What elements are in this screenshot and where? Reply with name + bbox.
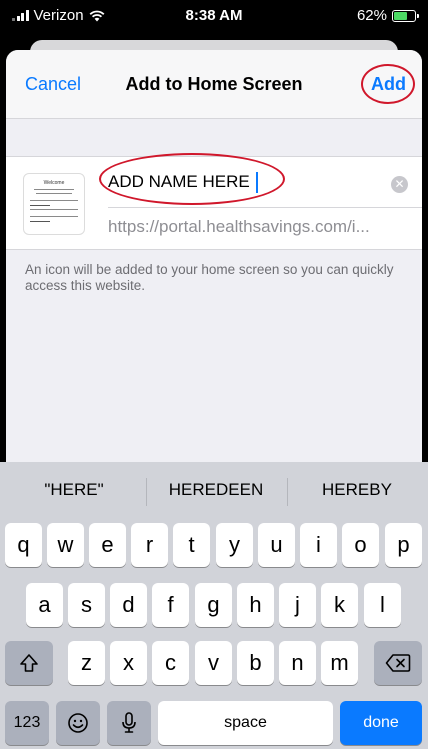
key-b[interactable]: b (237, 641, 274, 685)
delete-key[interactable] (374, 641, 422, 685)
key-x[interactable]: x (110, 641, 147, 685)
key-z[interactable]: z (68, 641, 105, 685)
key-f[interactable]: f (152, 583, 189, 627)
battery-icon (392, 9, 419, 22)
site-thumbnail: Welcome (23, 173, 85, 235)
shift-key[interactable] (5, 641, 53, 685)
suggestion-item[interactable]: "HERE" (10, 480, 138, 500)
suggestion-item[interactable]: HEREBY (293, 480, 421, 500)
thumbnail-title: Welcome (43, 180, 65, 186)
key-a[interactable]: a (26, 583, 63, 627)
microphone-icon (122, 712, 136, 733)
key-l[interactable]: l (364, 583, 401, 627)
nav-bar: Cancel Add to Home Screen Add (6, 50, 422, 119)
clear-text-icon[interactable]: ✕ (391, 176, 408, 193)
key-i[interactable]: i (300, 523, 337, 567)
annotation-circle-name (99, 153, 285, 205)
bookmark-form: Welcome ✕ https://portal.healthsavings.c… (6, 153, 422, 250)
key-n[interactable]: n (279, 641, 316, 685)
key-w[interactable]: w (47, 523, 84, 567)
key-s[interactable]: s (68, 583, 105, 627)
field-separator (108, 207, 422, 208)
key-d[interactable]: d (110, 583, 147, 627)
key-h[interactable]: h (237, 583, 274, 627)
key-v[interactable]: v (195, 641, 232, 685)
battery-percent: 62% (356, 7, 387, 24)
backspace-icon (385, 654, 411, 672)
numbers-key[interactable]: 123 (5, 701, 49, 745)
key-k[interactable]: k (321, 583, 358, 627)
key-j[interactable]: j (279, 583, 316, 627)
shift-icon (20, 654, 38, 672)
key-u[interactable]: u (258, 523, 295, 567)
status-bar: Verizon 8:38 AM 62% (0, 0, 428, 32)
key-m[interactable]: m (321, 641, 358, 685)
keyboard: "HERE" HEREDEEN HEREBY q w e r t y u i o… (0, 462, 428, 749)
suggestion-bar: "HERE" HEREDEEN HEREBY (0, 462, 428, 520)
key-o[interactable]: o (342, 523, 379, 567)
key-y[interactable]: y (216, 523, 253, 567)
emoji-icon (68, 713, 88, 733)
key-e[interactable]: e (89, 523, 126, 567)
sheet-title: Add to Home Screen (125, 74, 303, 94)
space-key[interactable]: space (158, 701, 333, 745)
key-t[interactable]: t (173, 523, 210, 567)
done-key[interactable]: done (340, 701, 422, 745)
key-g[interactable]: g (195, 583, 232, 627)
suggestion-item[interactable]: HEREDEEN (152, 480, 280, 500)
key-q[interactable]: q (5, 523, 42, 567)
key-c[interactable]: c (152, 641, 189, 685)
battery-group: 62% (356, 7, 419, 24)
key-r[interactable]: r (131, 523, 168, 567)
dictation-key[interactable] (107, 701, 151, 745)
key-p[interactable]: p (385, 523, 422, 567)
emoji-key[interactable] (56, 701, 100, 745)
site-url: https://portal.healthsavings.com/i... (108, 217, 370, 236)
info-text: An icon will be added to your home scree… (25, 262, 394, 293)
annotation-circle-add (361, 64, 415, 104)
